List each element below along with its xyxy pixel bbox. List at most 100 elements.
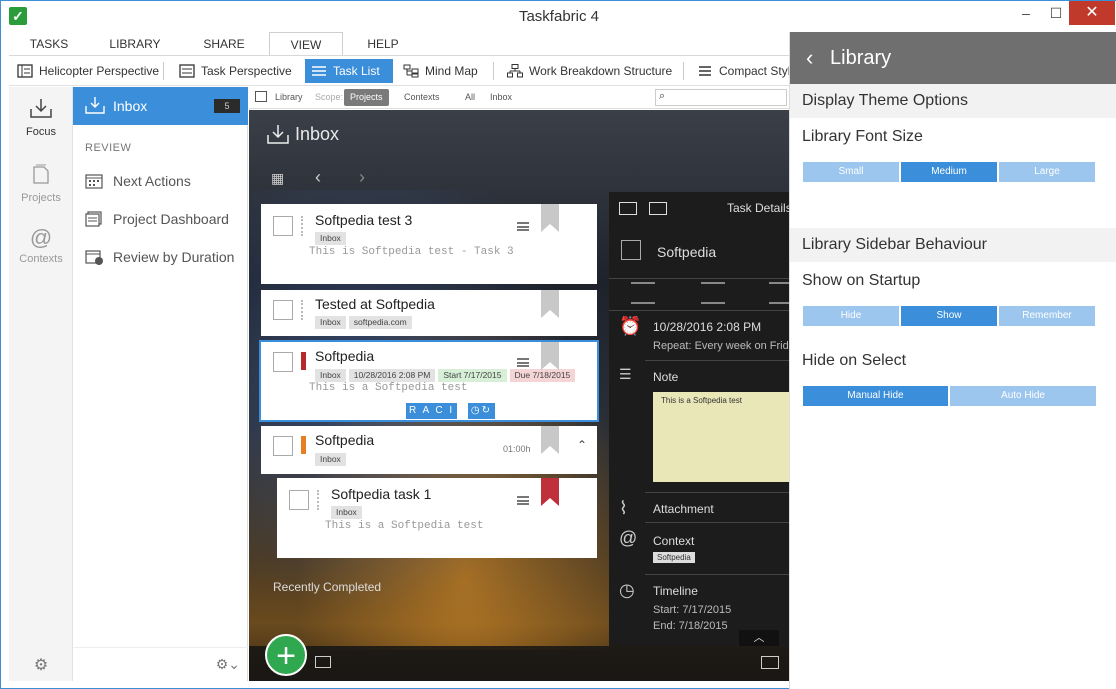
auto-hide-button[interactable]: Auto Hide — [950, 386, 1096, 406]
attachment-label[interactable]: Attachment — [653, 502, 714, 516]
task-card[interactable]: Softpedia Inbox 01:00h ⌃ — [261, 426, 597, 474]
bookmark-icon[interactable] — [541, 342, 559, 370]
previous-arrow-icon[interactable]: ‹ — [315, 167, 321, 188]
drag-handle-icon[interactable] — [317, 490, 322, 510]
nav-projects[interactable]: Projects — [9, 163, 73, 204]
sidebar-settings-gear-icon[interactable]: ⚙⌄ — [216, 656, 240, 673]
scope-projects-button[interactable]: Projects — [344, 89, 389, 106]
priority-low-icon[interactable] — [631, 282, 655, 304]
sidebar-inbox-label: Inbox — [113, 98, 148, 114]
contexts-icon: @ — [29, 225, 53, 250]
next-arrow-icon[interactable]: › — [359, 167, 365, 188]
task-checkbox[interactable] — [273, 436, 293, 456]
library-toggle-label[interactable]: Library — [275, 92, 303, 102]
task-menu-icon[interactable] — [517, 358, 529, 367]
back-arrow-icon[interactable]: ‹ — [806, 32, 813, 84]
scope-all-button[interactable]: All — [465, 92, 475, 102]
search-icon: ⌕ — [659, 90, 666, 102]
font-size-small-button[interactable]: Small — [803, 162, 899, 182]
keyboard-icon[interactable] — [761, 656, 779, 669]
task-card-selected[interactable]: Softpedia Inbox 10/28/2016 2:08 PM Start 7… — [259, 340, 599, 422]
drag-handle-icon[interactable] — [301, 300, 306, 320]
mind-map-label: Mind Map — [425, 64, 478, 78]
timer-icon[interactable]: ◷↻ — [466, 402, 497, 420]
timeline-start[interactable]: Start: 7/17/2015 — [653, 604, 731, 616]
maximize-button[interactable]: ☐ — [1041, 1, 1071, 25]
bookmark-icon[interactable] — [541, 426, 559, 454]
task-list-button[interactable]: Task List — [305, 59, 393, 83]
helicopter-perspective-button[interactable]: Helicopter Perspective — [11, 59, 159, 83]
alarm-clock-icon[interactable]: ⏰ — [619, 316, 641, 336]
work-breakdown-structure-label: Work Breakdown Structure — [529, 64, 673, 78]
task-card[interactable]: Tested at Softpedia Inbox softpedia.com — [261, 290, 597, 336]
tab-share[interactable]: SHARE — [181, 32, 267, 56]
hide-on-select-label: Hide on Select — [802, 352, 907, 369]
add-note-icon[interactable] — [619, 202, 637, 215]
task-menu-icon[interactable] — [517, 222, 529, 231]
startup-remember-button[interactable]: Remember — [999, 306, 1095, 326]
task-tag: Inbox — [315, 316, 346, 329]
mind-map-button[interactable]: Mind Map — [397, 59, 478, 83]
task-perspective-button[interactable]: Task Perspective — [173, 59, 292, 83]
compact-style-label: Compact Style — [719, 64, 789, 78]
tab-view[interactable]: VIEW — [269, 32, 343, 56]
sidebar-item-project-dashboard[interactable]: Project Dashboard — [85, 209, 229, 229]
drag-handle-icon[interactable] — [301, 216, 306, 236]
search-input[interactable]: ⌕ — [655, 89, 787, 106]
reminder-date[interactable]: 10/28/2016 2:08 PM — [653, 320, 761, 334]
scope-inbox-button[interactable]: Inbox — [490, 92, 512, 102]
note-text-area[interactable]: This is a Softpedia test — [653, 392, 789, 482]
recently-completed-label[interactable]: Recently Completed — [273, 580, 381, 594]
minimize-button[interactable]: – — [1011, 1, 1041, 25]
task-checkbox[interactable] — [273, 300, 293, 320]
note-lines-icon: ☰ — [619, 366, 632, 382]
settings-gear-icon[interactable]: ⚙ — [9, 655, 73, 675]
bookmark-flagged-icon[interactable] — [541, 478, 559, 506]
raci-bar[interactable]: R A C I ◷↻ — [405, 402, 497, 420]
compact-style-button[interactable]: Compact Style — [691, 59, 789, 83]
nav-focus[interactable]: Focus — [9, 97, 73, 138]
sidebar-item-next-actions[interactable]: Next Actions — [85, 171, 191, 191]
font-size-medium-button[interactable]: Medium — [901, 162, 997, 182]
task-checkbox[interactable] — [273, 216, 293, 236]
timeline-end[interactable]: End: 7/18/2015 — [653, 620, 728, 632]
work-breakdown-structure-button[interactable]: Work Breakdown Structure — [501, 59, 672, 83]
close-button[interactable]: ✕ — [1069, 1, 1115, 25]
sidebar-item-review-by-duration[interactable]: Review by Duration — [85, 247, 234, 267]
nav-contexts[interactable]: @ Contexts — [9, 225, 73, 266]
task-card[interactable]: Softpedia test 3 Inbox This is Softpedia… — [261, 204, 597, 284]
detail-task-title[interactable]: Softpedia — [657, 244, 716, 260]
task-checkbox[interactable] — [289, 490, 309, 510]
display-theme-heading: Display Theme Options — [790, 84, 1116, 118]
startup-show-button[interactable]: Show — [901, 306, 997, 326]
review-by-duration-label: Review by Duration — [113, 249, 235, 265]
work-breakdown-icon — [507, 64, 523, 78]
subtask-card[interactable]: Softpedia task 1 Inbox This is a Softped… — [277, 478, 597, 558]
tab-help[interactable]: HELP — [343, 32, 423, 56]
font-size-large-button[interactable]: Large — [999, 162, 1095, 182]
task-list-label: Task List — [333, 64, 380, 78]
manual-hide-button[interactable]: Manual Hide — [803, 386, 948, 406]
detail-checkbox[interactable] — [621, 240, 641, 260]
tab-tasks[interactable]: TASKS — [9, 32, 89, 56]
context-tag[interactable]: Softpedia — [653, 552, 695, 563]
startup-hide-button[interactable]: Hide — [803, 306, 899, 326]
library-toggle-icon[interactable] — [255, 91, 267, 102]
new-subtask-icon[interactable] — [315, 656, 331, 668]
tab-library[interactable]: LIBRARY — [89, 32, 181, 56]
collapse-up-icon[interactable]: ︿ — [739, 630, 779, 646]
window-icon[interactable] — [649, 202, 667, 215]
collapse-chevron-icon[interactable]: ⌃ — [577, 438, 587, 452]
bookmark-icon[interactable] — [541, 204, 559, 232]
priority-high-icon[interactable] — [769, 282, 789, 304]
scope-contexts-button[interactable]: Contexts — [404, 92, 440, 102]
sidebar-item-inbox[interactable]: Inbox 5 — [73, 87, 248, 125]
bookmark-icon[interactable] — [541, 290, 559, 318]
grid-view-icon[interactable]: ▦ — [271, 170, 284, 187]
project-dashboard-label: Project Dashboard — [113, 211, 229, 227]
add-task-button[interactable]: + — [265, 634, 307, 676]
priority-medium-icon[interactable] — [701, 282, 725, 304]
raci-label[interactable]: R A C I — [405, 402, 459, 420]
task-checkbox[interactable] — [273, 352, 293, 372]
task-menu-icon[interactable] — [517, 496, 529, 505]
